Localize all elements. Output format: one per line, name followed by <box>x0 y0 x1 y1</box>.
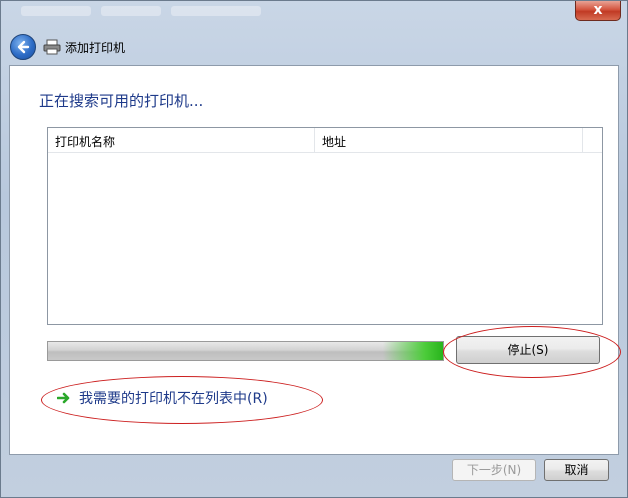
column-header-printer-name[interactable]: 打印机名称 <box>55 133 115 150</box>
title-bar: x <box>1 1 627 31</box>
back-arrow-icon <box>17 40 30 54</box>
window-title: 添加打印机 <box>65 41 126 55</box>
search-progress-bar <box>47 341 444 361</box>
page-heading: 正在搜索可用的打印机... <box>39 92 204 110</box>
list-header: 打印机名称 地址 <box>48 128 602 153</box>
missing-printer-link-text[interactable]: 我需要的打印机不在列表中(R) <box>79 388 268 408</box>
back-button[interactable] <box>10 34 36 60</box>
close-icon: x <box>593 2 603 18</box>
progress-glow <box>383 342 443 360</box>
cancel-button[interactable]: 取消 <box>544 459 609 481</box>
navigation-bar: 添加打印机 <box>1 31 627 65</box>
column-divider <box>314 128 315 152</box>
printer-icon <box>43 39 61 55</box>
title-bar-blur <box>21 6 91 16</box>
stop-button[interactable]: 停止(S) <box>456 336 600 364</box>
green-arrow-icon <box>57 392 70 404</box>
close-button[interactable]: x <box>575 1 621 21</box>
column-header-address[interactable]: 地址 <box>322 133 346 150</box>
next-button[interactable]: 下一步(N) <box>452 459 536 481</box>
printer-list[interactable]: 打印机名称 地址 <box>47 127 603 325</box>
title-bar-blur <box>171 6 261 16</box>
add-printer-window: x 添加打印机 正在搜索可用的打印机... 打印机名称 地址 停止(S) 我需要… <box>0 0 628 498</box>
title-bar-blur <box>101 6 161 16</box>
column-divider <box>582 128 583 152</box>
